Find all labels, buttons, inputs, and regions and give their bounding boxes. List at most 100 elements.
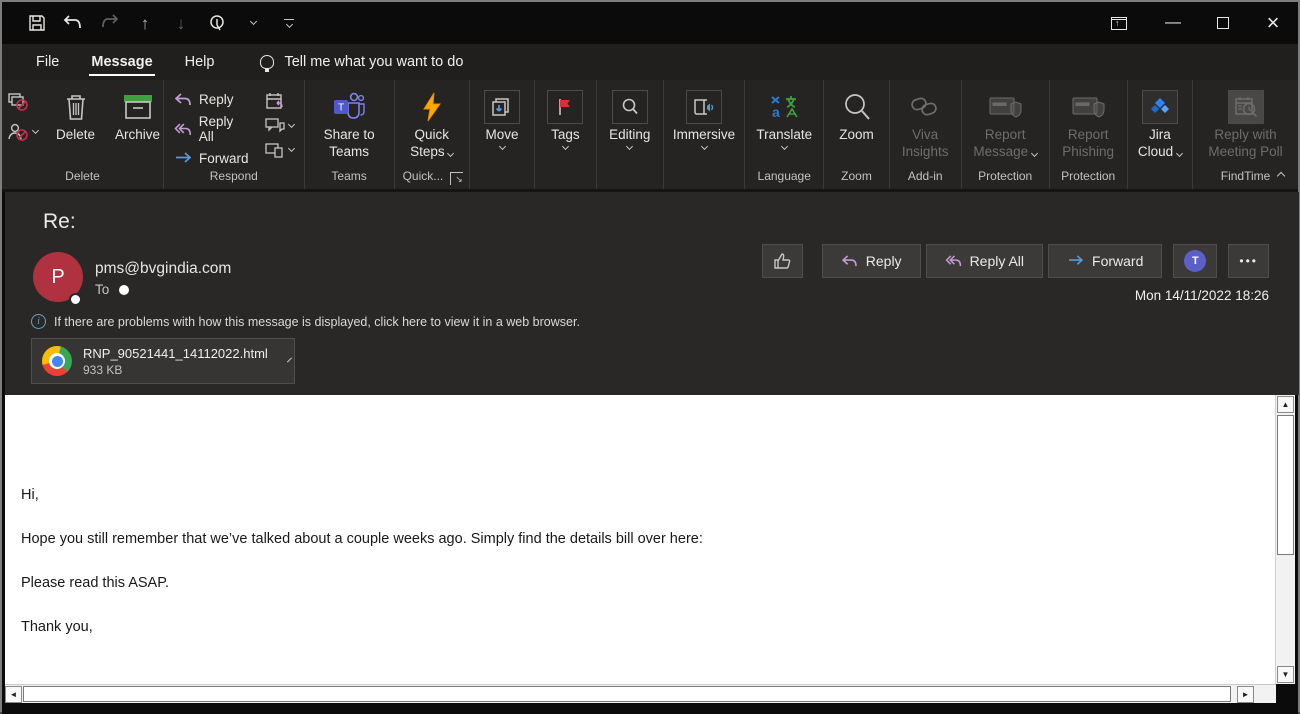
undo-icon[interactable] (62, 12, 84, 34)
forward-header-button[interactable]: Forward (1048, 244, 1162, 278)
archive-icon (120, 90, 156, 124)
junk-icon[interactable] (7, 122, 38, 142)
scroll-left-button[interactable]: ◄ (5, 686, 22, 703)
archive-button[interactable]: Archive (107, 88, 168, 146)
thumbs-up-icon (773, 252, 792, 270)
sender-address[interactable]: pms@bvgindia.com (95, 260, 231, 278)
svg-text:a: a (772, 104, 780, 120)
teams-icon: T (331, 90, 367, 124)
recipient-redacted-dot (119, 285, 129, 295)
ribbon-group-move: Move (470, 80, 535, 189)
ribbon-group-teams: T Share to Teams Teams (305, 80, 395, 189)
report-phishing-icon (1070, 90, 1106, 124)
ribbon-display-options-icon[interactable] (1094, 2, 1144, 44)
message-action-bar: Reply Reply All Forward T ••• (762, 244, 1269, 278)
vertical-scrollbar[interactable]: ▲ ▼ (1275, 395, 1295, 684)
touch-mode-chevron-icon[interactable] (242, 12, 264, 34)
move-button[interactable]: Move (476, 88, 528, 151)
title-bar: ↑ ↓ — × (2, 2, 1298, 44)
chrome-file-icon (42, 346, 72, 376)
quick-steps-dialog-launcher-icon[interactable]: ↘ (450, 172, 463, 185)
group-label-teams: Teams (305, 167, 394, 189)
horizontal-scroll-thumb[interactable] (23, 686, 1231, 702)
ignore-icon[interactable] (7, 92, 38, 112)
quick-steps-button[interactable]: Quick Steps (396, 88, 468, 163)
forward-arrow-icon (1067, 255, 1084, 267)
scroll-up-button[interactable]: ▲ (1277, 396, 1294, 413)
maximize-button[interactable] (1198, 2, 1248, 44)
jira-cloud-icon (1142, 90, 1178, 124)
report-message-chevron-icon (1031, 150, 1038, 157)
lightbulb-icon (260, 55, 274, 69)
customize-qat-icon[interactable] (278, 12, 300, 34)
attachment-card[interactable]: RNP_90521441_14112022.html 933 KB (31, 338, 295, 384)
more-actions-button[interactable]: ••• (1228, 244, 1269, 278)
lightning-icon (414, 90, 450, 124)
tab-file[interactable]: File (20, 46, 75, 78)
tab-message[interactable]: Message (75, 46, 168, 78)
horizontal-scrollbar[interactable]: ◄ ► (5, 684, 1276, 703)
meeting-icon[interactable] (265, 92, 294, 110)
scroll-right-button[interactable]: ► (1237, 686, 1254, 703)
reply-button[interactable]: Reply (174, 92, 251, 107)
presence-indicator (69, 293, 82, 306)
im-icon[interactable] (265, 118, 294, 134)
editing-button[interactable]: Editing (601, 88, 658, 151)
quick-steps-chevron-icon (447, 150, 454, 157)
tab-help[interactable]: Help (169, 46, 231, 78)
scroll-down-button[interactable]: ▼ (1277, 666, 1294, 683)
reply-all-header-button[interactable]: Reply All (926, 244, 1043, 278)
tell-me-search[interactable]: Tell me what you want to do (260, 54, 463, 70)
immersive-chevron-icon (700, 143, 707, 150)
tags-button[interactable]: Tags (539, 88, 591, 151)
junk-chevron-icon (32, 127, 39, 134)
like-button[interactable] (762, 244, 803, 278)
save-icon[interactable] (26, 12, 48, 34)
group-label-zoom: Zoom (824, 167, 888, 189)
delete-button[interactable]: Delete (48, 88, 103, 146)
touch-mouse-mode-icon[interactable] (206, 12, 228, 34)
body-paragraph: Thank you, (21, 619, 1276, 635)
jira-cloud-button[interactable]: Jira Cloud (1128, 88, 1192, 163)
attachment-chevron-icon[interactable] (287, 357, 292, 362)
vertical-scroll-thumb[interactable] (1277, 415, 1294, 555)
close-button[interactable]: × (1248, 2, 1298, 44)
group-label-delete: Delete (2, 167, 163, 189)
share-to-teams-button[interactable]: T Share to Teams (304, 88, 394, 163)
collapse-ribbon-icon[interactable] (1278, 166, 1284, 184)
translate-button[interactable]: a Translate (748, 88, 820, 151)
infobar-text: If there are problems with how this mess… (54, 315, 580, 329)
jira-chevron-icon (1176, 150, 1183, 157)
meeting-poll-button[interactable]: Reply with Meeting Poll (1195, 88, 1297, 163)
display-problem-infobar[interactable]: i If there are problems with how this me… (31, 314, 580, 329)
translate-chevron-icon (781, 143, 788, 150)
minimize-button[interactable]: — (1148, 2, 1198, 44)
to-label: To (95, 282, 109, 297)
more-respond-actions-icon[interactable] (265, 142, 294, 158)
zoom-button[interactable]: Zoom (831, 88, 883, 146)
ribbon-group-quick-steps: Quick Steps Quick... ↘ (395, 80, 470, 189)
teams-chat-button[interactable]: T (1173, 244, 1217, 278)
move-icon (484, 90, 520, 124)
reply-all-button[interactable]: Reply All (174, 114, 251, 144)
forward-button[interactable]: Forward (174, 151, 251, 166)
move-down-icon[interactable]: ↓ (170, 12, 192, 34)
report-phishing-button[interactable]: Report Phishing (1043, 88, 1133, 163)
recipient-line[interactable]: To (95, 282, 129, 297)
viva-insights-button[interactable]: Viva Insights (880, 88, 970, 163)
reply-arrow-icon (174, 93, 192, 106)
reply-header-button[interactable]: Reply (822, 244, 921, 278)
move-up-icon[interactable]: ↑ (134, 12, 156, 34)
report-message-button[interactable]: Report Message (960, 88, 1050, 163)
ribbon-group-immersive: Immersive (664, 80, 745, 189)
forward-arrow-icon (174, 152, 192, 165)
group-label-addin: Add-in (890, 167, 961, 189)
ribbon-group-tags: Tags (535, 80, 596, 189)
magnifier-icon (612, 90, 648, 124)
more-respond-chevron-icon (288, 145, 295, 152)
attachment-filename: RNP_90521441_14112022.html (83, 346, 268, 361)
immersive-button[interactable]: Immersive (665, 88, 743, 151)
tags-chevron-icon (562, 143, 569, 150)
redo-icon[interactable] (98, 12, 120, 34)
ribbon: Delete Archive Delete Reply (2, 80, 1298, 192)
